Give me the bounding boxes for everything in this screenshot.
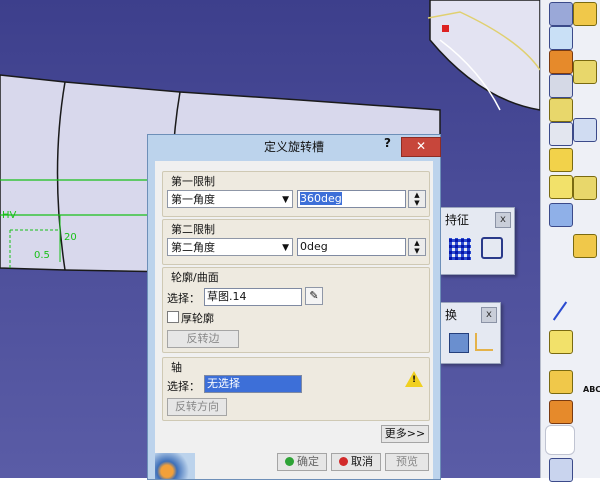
second-limit-label: 第二限制 xyxy=(171,223,215,236)
spin-down-icon[interactable]: ▼ xyxy=(409,247,425,255)
ok-dot-icon xyxy=(285,457,294,466)
axis-label: 轴 xyxy=(171,361,182,374)
red-point-marker xyxy=(442,25,449,32)
stiffener-icon[interactable] xyxy=(549,175,573,199)
axis-select-field[interactable]: 无选择 xyxy=(204,375,302,393)
axis-group: 轴 选择： 无选择 ! 反转方向 xyxy=(162,357,430,421)
first-angle-value: 360deg xyxy=(300,192,342,205)
transform-toolbar-panel[interactable]: 换 x xyxy=(440,302,501,364)
thick-profile-checkbox[interactable] xyxy=(167,311,179,323)
groove-icon[interactable] xyxy=(549,74,573,98)
profile-select-label: 选择： xyxy=(167,292,200,305)
first-angle-spinner[interactable]: ▲ ▼ xyxy=(408,190,426,208)
second-angle-spinner[interactable]: ▲ ▼ xyxy=(408,238,426,256)
thick-profile-label: 厚轮廓 xyxy=(181,312,214,325)
solid-icon[interactable] xyxy=(449,333,469,353)
rib-icon[interactable] xyxy=(549,122,573,146)
profile-group: 轮廓/曲面 选择： 草图.14 ✎ 厚轮廓 反转边 xyxy=(162,267,430,353)
sketch-label-hv: HV xyxy=(2,210,17,221)
pattern-icon[interactable] xyxy=(449,238,471,260)
cancel-button[interactable]: 取消 xyxy=(331,453,381,471)
draft-icon[interactable] xyxy=(573,118,597,142)
thickness-icon[interactable] xyxy=(573,234,597,258)
help-button[interactable]: ? xyxy=(384,136,391,150)
dialog-title: 定义旋转槽 xyxy=(263,140,324,154)
loft-icon[interactable] xyxy=(549,203,573,227)
cancel-dot-icon xyxy=(339,457,348,466)
first-limit-label: 第一限制 xyxy=(171,175,215,188)
chevron-down-icon: ▼ xyxy=(282,195,289,205)
reverse-side-button[interactable]: 反转边 xyxy=(167,330,239,348)
close-button[interactable]: ✕ xyxy=(401,137,441,157)
cancel-label: 取消 xyxy=(351,455,373,468)
ok-label: 确定 xyxy=(297,455,319,468)
bottom-settings-icon[interactable] xyxy=(545,425,575,455)
second-limit-type-dropdown[interactable]: 第二角度 ▼ xyxy=(167,238,293,256)
plane-icon[interactable] xyxy=(549,330,573,354)
measure-icon[interactable] xyxy=(549,370,573,394)
panel-close-button[interactable]: x xyxy=(481,307,497,323)
sketch-label-05: 0.5 xyxy=(34,250,50,261)
panel-title: 换 xyxy=(445,308,458,322)
line-icon[interactable] xyxy=(552,301,568,321)
panel-close-button[interactable]: x xyxy=(495,212,511,228)
profile-label: 轮廓/曲面 xyxy=(171,271,219,284)
feature-toolbar-panel[interactable]: 持征 x xyxy=(440,207,515,275)
shaft-icon[interactable] xyxy=(549,50,573,74)
second-angle-input[interactable]: 0deg xyxy=(297,238,406,256)
ok-button[interactable]: 确定 xyxy=(277,453,327,471)
axis-icon[interactable] xyxy=(475,333,493,351)
panel-title: 持征 xyxy=(445,213,470,227)
abc-label: ABC xyxy=(583,385,600,394)
second-limit-group: 第二限制 第二角度 ▼ 0deg ▲ ▼ xyxy=(162,219,430,265)
first-limit-type-value: 第一角度 xyxy=(171,193,215,206)
second-limit-type-value: 第二角度 xyxy=(171,241,215,254)
warning-mark: ! xyxy=(412,375,417,385)
sketch-label-20: 20 xyxy=(64,232,77,243)
define-groove-dialog: 定义旋转槽 ? ✕ 第一限制 第一角度 ▼ 360deg ▲ ▼ 第二限制 第二… xyxy=(147,134,441,480)
first-limit-group: 第一限制 第一角度 ▼ 360deg ▲ ▼ xyxy=(162,171,430,217)
pocket-icon[interactable] xyxy=(549,26,573,50)
fillet-icon[interactable] xyxy=(573,2,597,26)
scale-icon[interactable] xyxy=(481,237,503,259)
spin-down-icon[interactable]: ▼ xyxy=(409,199,425,207)
more-button[interactable]: 更多>> xyxy=(381,425,429,443)
slot-icon[interactable] xyxy=(549,148,573,172)
assembly-icon[interactable] xyxy=(549,400,573,424)
chamfer-icon[interactable] xyxy=(573,60,597,84)
dialog-body: 第一限制 第一角度 ▼ 360deg ▲ ▼ 第二限制 第二角度 ▼ 0deg … xyxy=(155,161,433,479)
reverse-direction-button[interactable]: 反转方向 xyxy=(167,398,227,416)
pad-icon[interactable] xyxy=(549,2,573,26)
spin-up-icon[interactable]: ▲ xyxy=(409,239,425,247)
profile-select-field[interactable]: 草图.14 xyxy=(204,288,302,306)
chevron-down-icon: ▼ xyxy=(282,243,289,253)
spin-up-icon[interactable]: ▲ xyxy=(409,191,425,199)
catia-logo xyxy=(155,453,195,479)
shell-icon[interactable] xyxy=(573,176,597,200)
bottom-icon[interactable] xyxy=(549,458,573,482)
right-toolbar: ABC xyxy=(540,0,600,482)
first-angle-input[interactable]: 360deg xyxy=(297,190,406,208)
preview-button[interactable]: 预览 xyxy=(385,453,429,471)
first-limit-type-dropdown[interactable]: 第一角度 ▼ xyxy=(167,190,293,208)
sketch-edit-icon[interactable]: ✎ xyxy=(305,287,323,305)
axis-select-label: 选择： xyxy=(167,380,200,393)
hole-icon[interactable] xyxy=(549,98,573,122)
